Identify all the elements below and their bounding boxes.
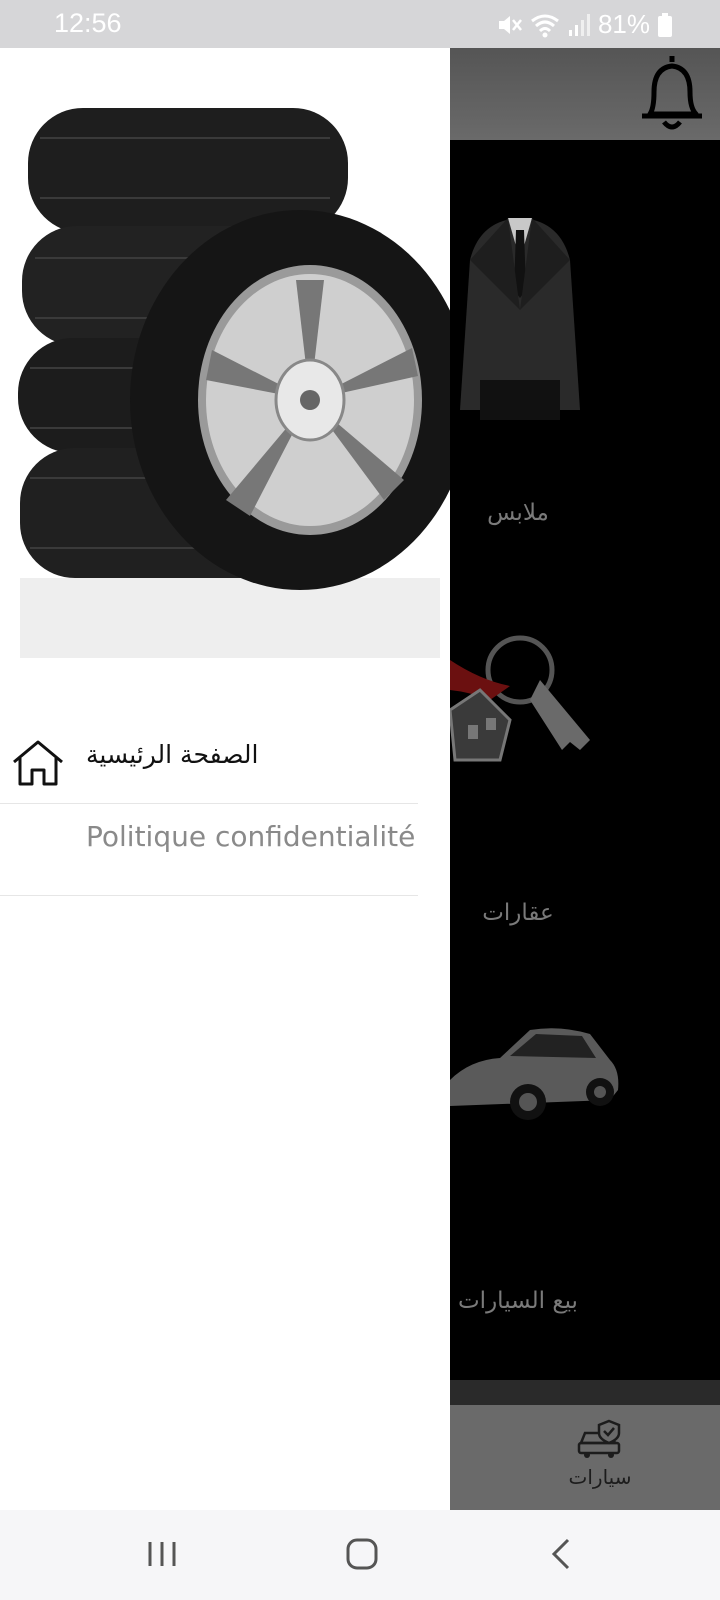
navigation-drawer: الصفحة الرئيسية Politique confidentialit… [0, 48, 450, 1510]
status-time: 12:56 [54, 8, 122, 38]
tab-cars-label: سيارات [568, 1465, 632, 1489]
signal-icon [568, 13, 590, 36]
drawer-item-privacy-policy[interactable]: Politique confidentialité [0, 804, 450, 896]
bell-icon[interactable] [636, 52, 708, 136]
house-keys-icon [450, 635, 590, 762]
divider [0, 895, 418, 896]
car-icon [450, 1028, 619, 1120]
system-navigation-bar [0, 1510, 720, 1600]
car-shield-icon [577, 1419, 621, 1458]
status-icons: 81% [496, 9, 672, 40]
home-button-icon[interactable] [332, 1532, 392, 1576]
tires-image [0, 48, 450, 688]
mute-icon [498, 15, 522, 34]
battery-icon [658, 12, 672, 37]
recent-apps-icon[interactable] [132, 1532, 192, 1576]
drawer-item-label: الصفحة الرئيسية [86, 740, 259, 769]
back-icon[interactable] [532, 1532, 592, 1576]
home-icon [13, 740, 63, 786]
screen: 12:56 81% ملابس عقارات بيع السيارات سيار… [0, 0, 720, 1600]
drawer-item-label: Politique confidentialité [86, 820, 416, 853]
tab-cars[interactable]: سيارات [560, 1419, 640, 1489]
status-bar: 12:56 81% [0, 0, 720, 48]
suit-icon [450, 200, 590, 420]
wifi-icon [531, 14, 559, 37]
battery-percentage: 81% [597, 9, 650, 39]
